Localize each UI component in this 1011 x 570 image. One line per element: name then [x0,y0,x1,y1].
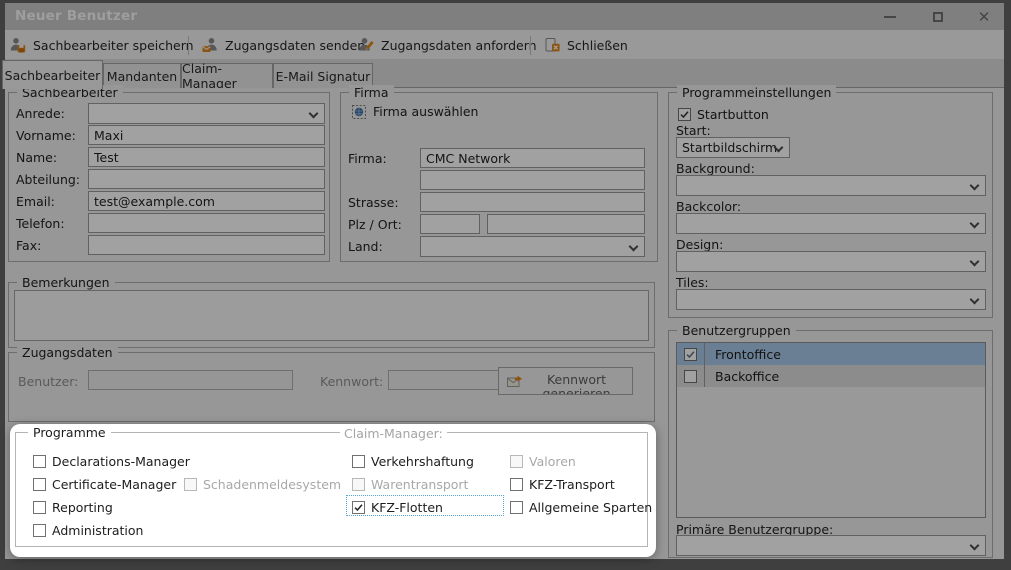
checkbox-schadenmeldesystem[interactable]: Schadenmeldesystem [184,475,341,493]
checkbox-certificate-manager[interactable]: Certificate-Manager [33,475,176,493]
checkbox-unchecked-icon [33,454,46,468]
checkbox-kfz-transport[interactable]: KFZ-Transport [510,475,615,493]
checkbox-label: Certificate-Manager [52,476,177,492]
checkbox-label: Allgemeine Sparten [529,499,653,515]
checkbox-disabled-icon [510,454,523,468]
checkbox-administration[interactable]: Administration [33,521,143,539]
checkbox-label: Administration [52,522,144,538]
group-title: Programme [28,425,111,440]
checkbox-unchecked-icon [33,477,46,491]
checkbox-kfz-flotten[interactable]: KFZ-Flotten [352,498,443,516]
checkbox-allgemeine-sparten[interactable]: Allgemeine Sparten [510,498,652,516]
checkbox-label: Valoren [529,453,576,469]
checkbox-unchecked-icon [510,500,523,514]
checkbox-disabled-icon [352,477,365,491]
checkbox-label: Declarations-Manager [52,453,190,469]
checkbox-declarations-manager[interactable]: Declarations-Manager [33,452,190,470]
checkbox-label: Warentransport [371,476,469,492]
checkbox-unchecked-icon [510,477,523,491]
claim-manager-section-label: Claim-Manager: [340,426,447,441]
checkbox-warentransport[interactable]: Warentransport [352,475,468,493]
checkbox-reporting[interactable]: Reporting [33,498,113,516]
checkbox-label: Reporting [52,499,113,515]
checkbox-unchecked-icon [352,454,365,468]
checkbox-label: KFZ-Transport [529,476,615,492]
checkbox-checked-icon [352,500,365,514]
checkbox-label: Verkehrshaftung [371,453,474,469]
checkbox-disabled-icon [184,477,197,491]
checkbox-valoren[interactable]: Valoren [510,452,576,470]
checkbox-verkehrshaftung[interactable]: Verkehrshaftung [352,452,474,470]
new-user-dialog: Neuer Benutzer ✕ Sachbearbeiter speicher… [0,0,1011,570]
programme-spotlight-panel: Programme Claim-Manager: Declarations-Ma… [10,424,656,557]
checkbox-label: KFZ-Flotten [371,499,443,515]
checkbox-label: Schadenmeldesystem [203,476,342,492]
checkbox-unchecked-icon [33,523,46,537]
checkbox-unchecked-icon [33,500,46,514]
